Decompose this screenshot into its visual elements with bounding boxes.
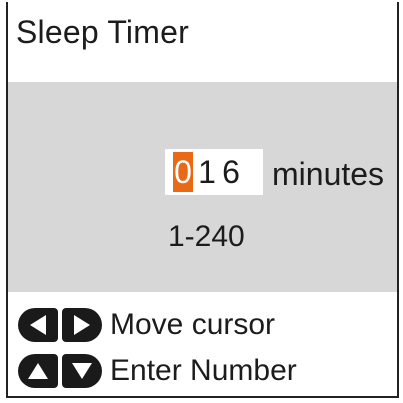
timer-value-field[interactable]: 0 1 6 xyxy=(165,149,263,195)
timer-range-hint: 1-240 xyxy=(168,220,245,253)
right-arrow-key-icon xyxy=(62,308,102,342)
left-right-keys xyxy=(18,308,102,342)
timer-unit-label: minutes xyxy=(272,156,385,192)
legend-enter-number-label: Enter Number xyxy=(110,354,297,387)
timer-digit-hundreds[interactable]: 0 xyxy=(173,152,193,192)
page-title: Sleep Timer xyxy=(16,14,189,50)
left-arrow-key-icon xyxy=(18,308,58,342)
timer-digit-tens[interactable]: 1 xyxy=(197,152,217,192)
legend-move-cursor-label: Move cursor xyxy=(110,308,276,341)
sleep-timer-screen: Sleep Timer 0 1 6 minutes 1-240 Move cur… xyxy=(6,2,399,398)
timer-panel: 0 1 6 minutes 1-240 xyxy=(8,82,397,292)
down-arrow-key-icon xyxy=(62,354,102,388)
timer-digit-ones[interactable]: 6 xyxy=(221,152,241,192)
legend-enter-number: Enter Number xyxy=(18,354,297,388)
up-down-keys xyxy=(18,354,102,388)
legend-move-cursor: Move cursor xyxy=(18,308,275,342)
up-arrow-key-icon xyxy=(18,354,58,388)
